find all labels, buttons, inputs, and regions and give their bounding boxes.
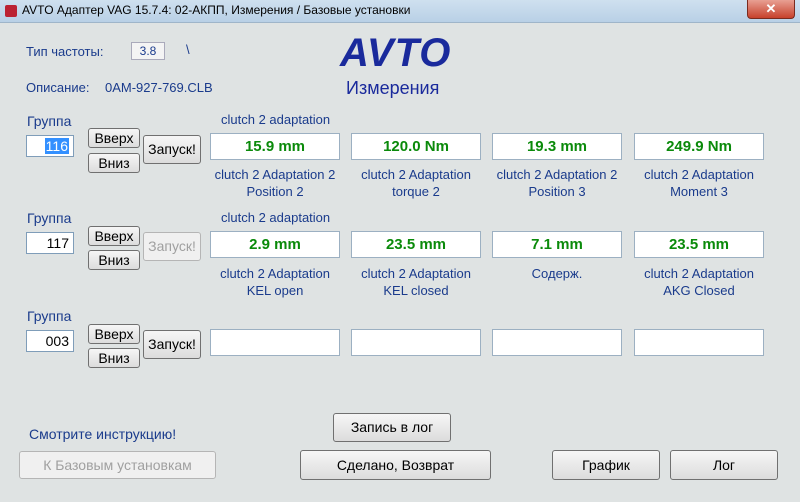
group-3-value-2 [351,329,481,356]
group-3-label: Группа [27,308,72,324]
app-window: AVTO Адаптер VAG 15.7.4: 02-АКПП, Измере… [0,0,800,502]
group-2-header: clutch 2 adaptation [221,210,331,225]
group-3-up-button[interactable]: Вверх [88,324,140,344]
group-2-number-input[interactable]: 117 [26,232,74,254]
group-1-caption-3: clutch 2 Adaptation 2 Position 3 [496,167,618,199]
group-3-value-4 [634,329,764,356]
group-2-down-button[interactable]: Вниз [88,250,140,270]
window-title: AVTO Адаптер VAG 15.7.4: 02-АКПП, Измере… [22,3,411,17]
instructions-link[interactable]: Смотрите инструкцию! [29,426,176,442]
group-1-caption-1: clutch 2 Adaptation 2 Position 2 [214,167,336,199]
group-1-value-4: 249.9 Nm [634,133,764,160]
group-3-value-3 [492,329,622,356]
group-1-caption-4: clutch 2 Adaptation Moment 3 [644,167,754,199]
description-label: Описание: [26,80,90,95]
group-2-run-button[interactable]: Запуск! [143,232,201,261]
group-1-value-3: 19.3 mm [492,133,622,160]
title-bar[interactable]: AVTO Адаптер VAG 15.7.4: 02-АКПП, Измере… [0,0,800,23]
description-value: 0AM-927-769.CLB [105,80,213,95]
group-1-value-2: 120.0 Nm [351,133,481,160]
avto-logo: AVTO [340,31,452,75]
group-1-up-button[interactable]: Вверх [88,128,140,148]
group-1-number-input[interactable]: 116 [26,135,74,157]
group-1-run-button[interactable]: Запуск! [143,135,201,164]
group-2-value-1: 2.9 mm [210,231,340,258]
group-1-label: Группа [27,113,72,129]
basic-settings-button[interactable]: К Базовым установкам [19,451,216,479]
group-1-value-1: 15.9 mm [210,133,340,160]
group-1-down-button[interactable]: Вниз [88,153,140,173]
group-2-caption-3: Содерж. [531,266,583,281]
group-1-number-selected: 116 [44,138,69,154]
graph-button[interactable]: График [552,450,660,480]
group-2-value-2: 23.5 mm [351,231,481,258]
group-3-down-button[interactable]: Вниз [88,348,140,368]
app-icon [5,5,17,17]
group-2-value-3: 7.1 mm [492,231,622,258]
group-1-caption-2: clutch 2 Adaptation torque 2 [361,167,471,199]
group-2-caption-4: clutch 2 Adaptation AKG Closed [644,266,754,298]
write-log-button[interactable]: Запись в лог [333,413,451,442]
group-3-run-button[interactable]: Запуск! [143,330,201,359]
group-3-value-1 [210,329,340,356]
group-2-caption-2: clutch 2 Adaptation KEL closed [361,266,471,298]
group-3-number-input[interactable]: 003 [26,330,74,352]
group-2-label: Группа [27,210,72,226]
group-1-header: clutch 2 adaptation [221,112,331,127]
frequency-type-value: 3.8 [131,42,165,60]
group-2-value-4: 23.5 mm [634,231,764,258]
page-title: Измерения [346,78,440,98]
frequency-mark: \ [186,42,190,57]
done-return-button[interactable]: Сделано, Возврат [300,450,491,480]
group-2-caption-1: clutch 2 Adaptation KEL open [220,266,330,298]
log-button[interactable]: Лог [670,450,778,480]
close-button[interactable]: ✕ [747,0,795,19]
group-2-up-button[interactable]: Вверх [88,226,140,246]
frequency-type-label: Тип частоты: [26,44,104,59]
